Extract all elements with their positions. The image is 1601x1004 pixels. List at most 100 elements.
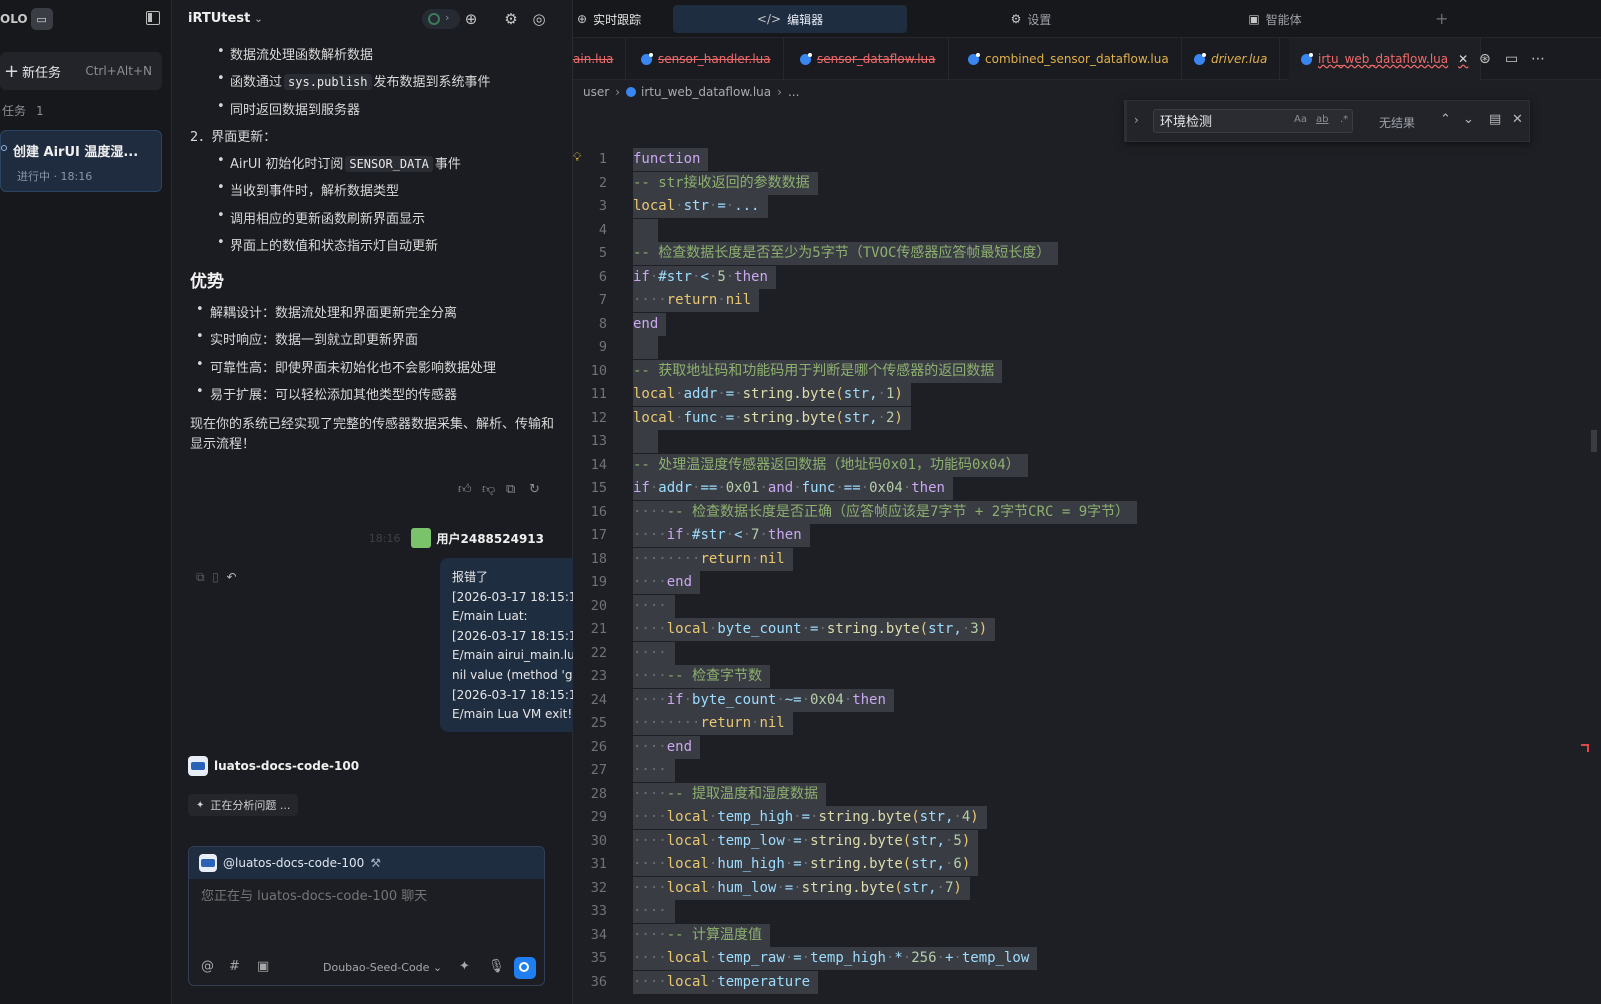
code-line[interactable]: 10 -- 获取地址码和功能码用于判断是哪个传感器的返回数据 xyxy=(573,359,1573,383)
code-line[interactable]: 21 ····local·byte_count·=·string.byte(str… xyxy=(573,618,1573,642)
copy-icon[interactable]: ⧉ xyxy=(506,482,515,497)
at-icon[interactable]: @ xyxy=(201,959,214,974)
code-line[interactable]: 14 -- 处理温湿度传感器返回数据（地址码0x01，功能码0x04） xyxy=(573,453,1573,477)
breadcrumb-item[interactable]: ... xyxy=(788,85,799,99)
hash-icon[interactable]: # xyxy=(229,959,240,974)
code-editor[interactable]: 1 function 2 -- str接收返回的参数数据 3 local·str·=·..… xyxy=(573,148,1573,1004)
status-toggle[interactable]: › xyxy=(422,9,460,29)
next-match-icon[interactable]: ⌄ xyxy=(1463,112,1474,127)
code-line[interactable]: 2 -- str接收返回的参数数据 xyxy=(573,171,1573,195)
code-line[interactable]: 28 ····-- 提取温度和湿度数据 xyxy=(573,782,1573,806)
code-line[interactable]: 27 ···· xyxy=(573,759,1573,783)
tab-agent[interactable]: ▣ 智能体 xyxy=(1155,5,1395,33)
code-line[interactable]: 19 ····end xyxy=(573,571,1573,595)
code-line[interactable]: 35 ····local·temp_raw·=·temp_high·*·256·+… xyxy=(573,947,1573,971)
ai-icon[interactable]: ⊛ xyxy=(1479,51,1491,67)
file-tab-active[interactable]: irtu_web_dataflow.lua ✕ xyxy=(1289,38,1482,80)
task-item[interactable]: 创建 AirUI 温度湿... 进行中 · 18:16 xyxy=(0,130,162,192)
microphone-icon[interactable]: 🎙︎ xyxy=(488,959,505,974)
add-tab-icon[interactable]: + xyxy=(1435,9,1448,28)
close-icon[interactable]: ✕ xyxy=(1512,112,1523,127)
regex-icon[interactable]: .* xyxy=(1340,114,1348,125)
whole-word-icon[interactable]: ab xyxy=(1316,114,1328,125)
code-line[interactable]: 6 if·#str·<·5·then xyxy=(573,265,1573,289)
code-line[interactable]: 16 ····-- 检查数据长度是否正确（应答帧应该是7字节 + 2字节CRC =… xyxy=(573,500,1573,524)
tab-settings[interactable]: ⚙ 设置 xyxy=(911,5,1151,33)
file-tab[interactable]: ain.lua xyxy=(573,38,627,80)
code-line[interactable]: 20 ···· xyxy=(573,594,1573,618)
model-selector[interactable]: Doubao-Seed-Code ⌄ xyxy=(323,961,442,974)
close-icon[interactable]: ✕ xyxy=(1458,52,1468,66)
code-line[interactable]: 5 -- 检查数据长度是否至少为5字节（TVOC传感器应答帧最短长度） xyxy=(573,242,1573,266)
code-text: -- 获取地址码和功能码用于判断是哪个传感器的返回数据 xyxy=(633,359,1003,383)
code-line[interactable]: 12 local·func·=·string.byte(str,·2) xyxy=(573,406,1573,430)
code-line[interactable]: 29 ····local·temp_high·=·string.byte(str,… xyxy=(573,806,1573,830)
lua-file-icon xyxy=(800,52,812,65)
code-line[interactable]: 34 ····-- 计算温度值 xyxy=(573,923,1573,947)
code-line[interactable]: 11 local·addr·=·string.byte(str,·1) xyxy=(573,383,1573,407)
line-number: 17 xyxy=(590,527,607,543)
code-line[interactable]: 9 xyxy=(573,336,1573,360)
match-case-icon[interactable]: Aa xyxy=(1294,114,1307,125)
code-line[interactable]: 13 xyxy=(573,430,1573,454)
scrollbar-thumb[interactable] xyxy=(1591,430,1597,452)
tab-realtime[interactable]: ⊕ 实时跟踪 xyxy=(577,5,669,33)
code-line[interactable]: 22 ···· xyxy=(573,641,1573,665)
code-text: ····-- 检查字节数 xyxy=(633,665,771,689)
robot-icon: ▣ xyxy=(1248,12,1260,26)
file-tab[interactable]: combined_sensor_dataflow.lua xyxy=(956,38,1182,80)
code-line[interactable]: 4 xyxy=(573,218,1573,242)
code-line[interactable]: 18 ········return·nil xyxy=(573,547,1573,571)
gear-icon[interactable]: ⚙ xyxy=(502,10,520,28)
thumbs-up-icon[interactable]: 👍︎ xyxy=(458,482,472,497)
copy-icon[interactable]: ⧉ xyxy=(196,570,205,584)
chat-input[interactable] xyxy=(201,889,531,904)
refresh-icon[interactable]: ↻ xyxy=(529,482,540,497)
composer-toolbar: @ # ▣ Doubao-Seed-Code ⌄ ✦ 🎙︎ xyxy=(189,951,544,985)
code-line[interactable]: 15 if·addr·==·0x01·and·func·==·0x04·then xyxy=(573,477,1573,501)
code-line[interactable]: 31 ····local·hum_high·=·string.byte(str,·… xyxy=(573,853,1573,877)
code-line[interactable]: 36 ····local·temperature xyxy=(573,970,1573,994)
code-line[interactable]: 17 ····if·#str·<·7·then xyxy=(573,524,1573,548)
tab-editor[interactable]: </> 编辑器 xyxy=(673,5,907,33)
send-button[interactable] xyxy=(514,957,536,979)
top-tab-bar: ⊕ 实时跟踪 </> 编辑器 ⚙ 设置 ▣ 智能体 + xyxy=(573,0,1601,38)
image-icon[interactable]: ▣ xyxy=(257,959,269,974)
file-tab[interactable]: sensor_handler.lua xyxy=(629,38,784,80)
more-icon[interactable]: ⋯ xyxy=(1531,51,1545,67)
bot-name: luatos-docs-code-100 xyxy=(214,759,360,773)
tools-icon[interactable]: ⚒ xyxy=(370,856,381,870)
code-line[interactable]: 3 local·str·=·... xyxy=(573,195,1573,219)
code-line[interactable]: 26 ····end xyxy=(573,735,1573,759)
code-line[interactable]: 25 ········return·nil xyxy=(573,712,1573,736)
file-tab[interactable]: sensor_dataflow.lua xyxy=(788,38,949,80)
new-task-button[interactable]: + 新任务 Ctrl+Alt+N xyxy=(0,52,162,90)
code-line[interactable]: 7 ····return·nil xyxy=(573,289,1573,313)
toggle-replace-icon[interactable]: › xyxy=(1134,113,1139,127)
breadcrumb-item[interactable]: user xyxy=(583,85,609,99)
code-line[interactable]: 24 ····if·byte_count·~=·0x04·then xyxy=(573,688,1573,712)
thumbs-down-icon[interactable]: 👎︎ xyxy=(482,482,495,497)
find-input[interactable] xyxy=(1160,113,1280,128)
breadcrumb-item[interactable]: irtu_web_dataflow.lua xyxy=(641,85,771,99)
history-icon[interactable]: ⊕ xyxy=(462,10,480,28)
code-line[interactable]: 30 ····local·temp_low·=·string.byte(str,·… xyxy=(573,829,1573,853)
undo-icon[interactable]: ↶ xyxy=(226,570,236,584)
project-selector[interactable]: iRTUtest ⌄ xyxy=(188,11,263,26)
code-line[interactable]: 1 function xyxy=(573,148,1573,172)
delete-icon[interactable]: ▯ xyxy=(212,570,219,584)
account-icon[interactable]: ◎ xyxy=(530,10,548,28)
find-in-selection-icon[interactable]: ▤ xyxy=(1489,112,1501,127)
code-line[interactable]: 32 ····local·hum_low·=·string.byte(str,·7… xyxy=(573,876,1573,900)
composer-mention: @luatos-docs-code-100 xyxy=(223,856,365,870)
code-line[interactable]: 23 ····-- 检查字节数 xyxy=(573,665,1573,689)
split-editor-icon[interactable]: ▭ xyxy=(1505,51,1518,67)
line-number: 33 xyxy=(590,903,607,919)
file-tab[interactable]: driver.lua xyxy=(1182,38,1281,80)
code-text: ········return·nil xyxy=(633,712,793,736)
sidebar-toggle-icon[interactable] xyxy=(146,11,160,25)
code-line[interactable]: 33 ···· xyxy=(573,900,1573,924)
sparkle-icon[interactable]: ✦ xyxy=(459,959,470,974)
previous-match-icon[interactable]: ⌃ xyxy=(1440,112,1451,127)
code-line[interactable]: 8 end xyxy=(573,312,1573,336)
